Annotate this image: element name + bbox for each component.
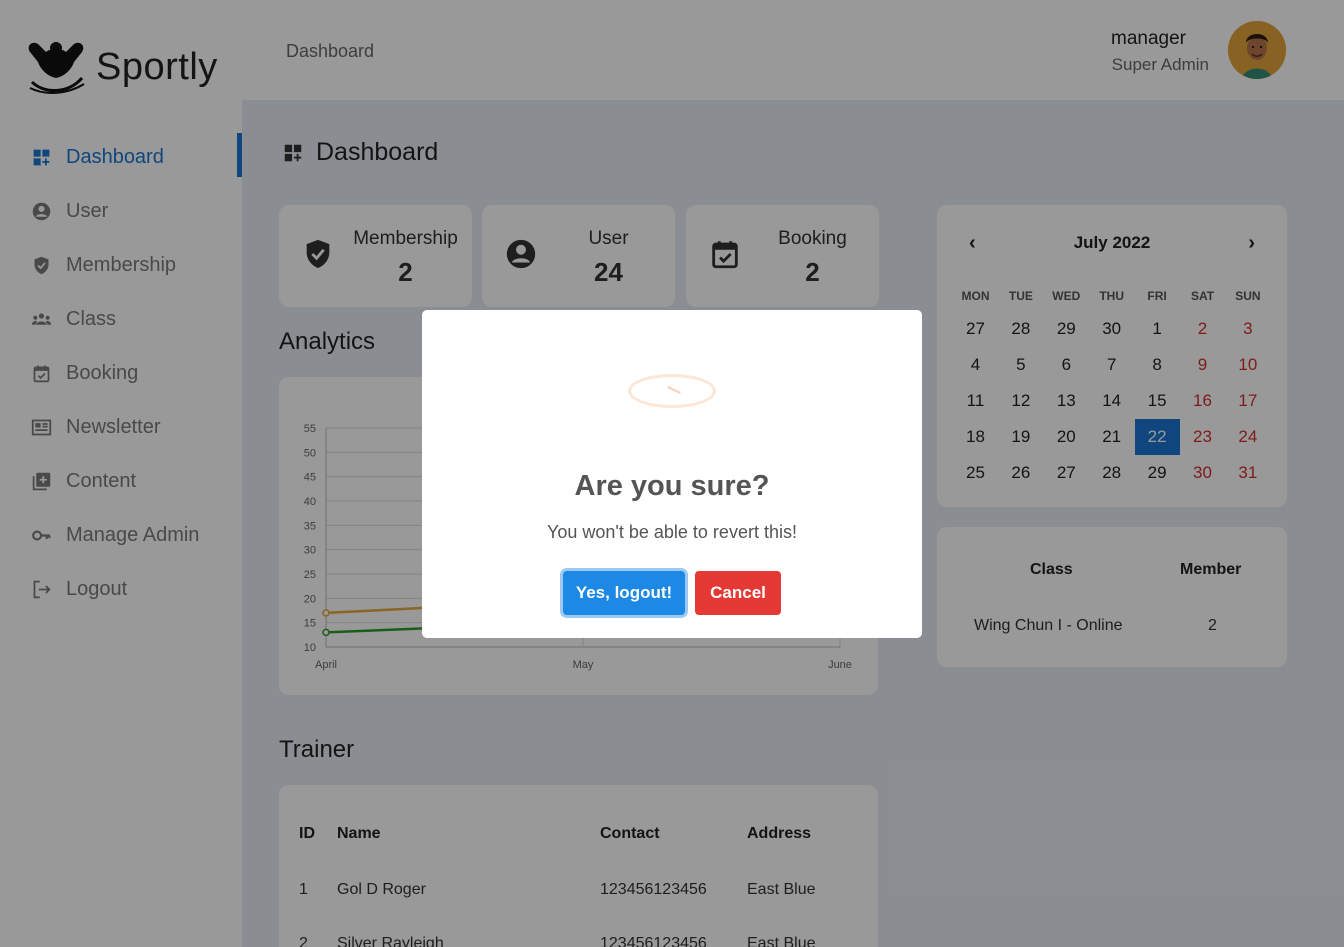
dialog-message: You won't be able to revert this!	[547, 522, 797, 542]
warning-icon	[628, 374, 716, 408]
confirm-dialog: Are you sure? You won't be able to rever…	[422, 310, 922, 638]
dialog-title: Are you sure?	[574, 470, 770, 502]
cancel-button[interactable]: Cancel	[695, 571, 781, 615]
confirm-logout-button[interactable]: Yes, logout!	[563, 571, 685, 615]
